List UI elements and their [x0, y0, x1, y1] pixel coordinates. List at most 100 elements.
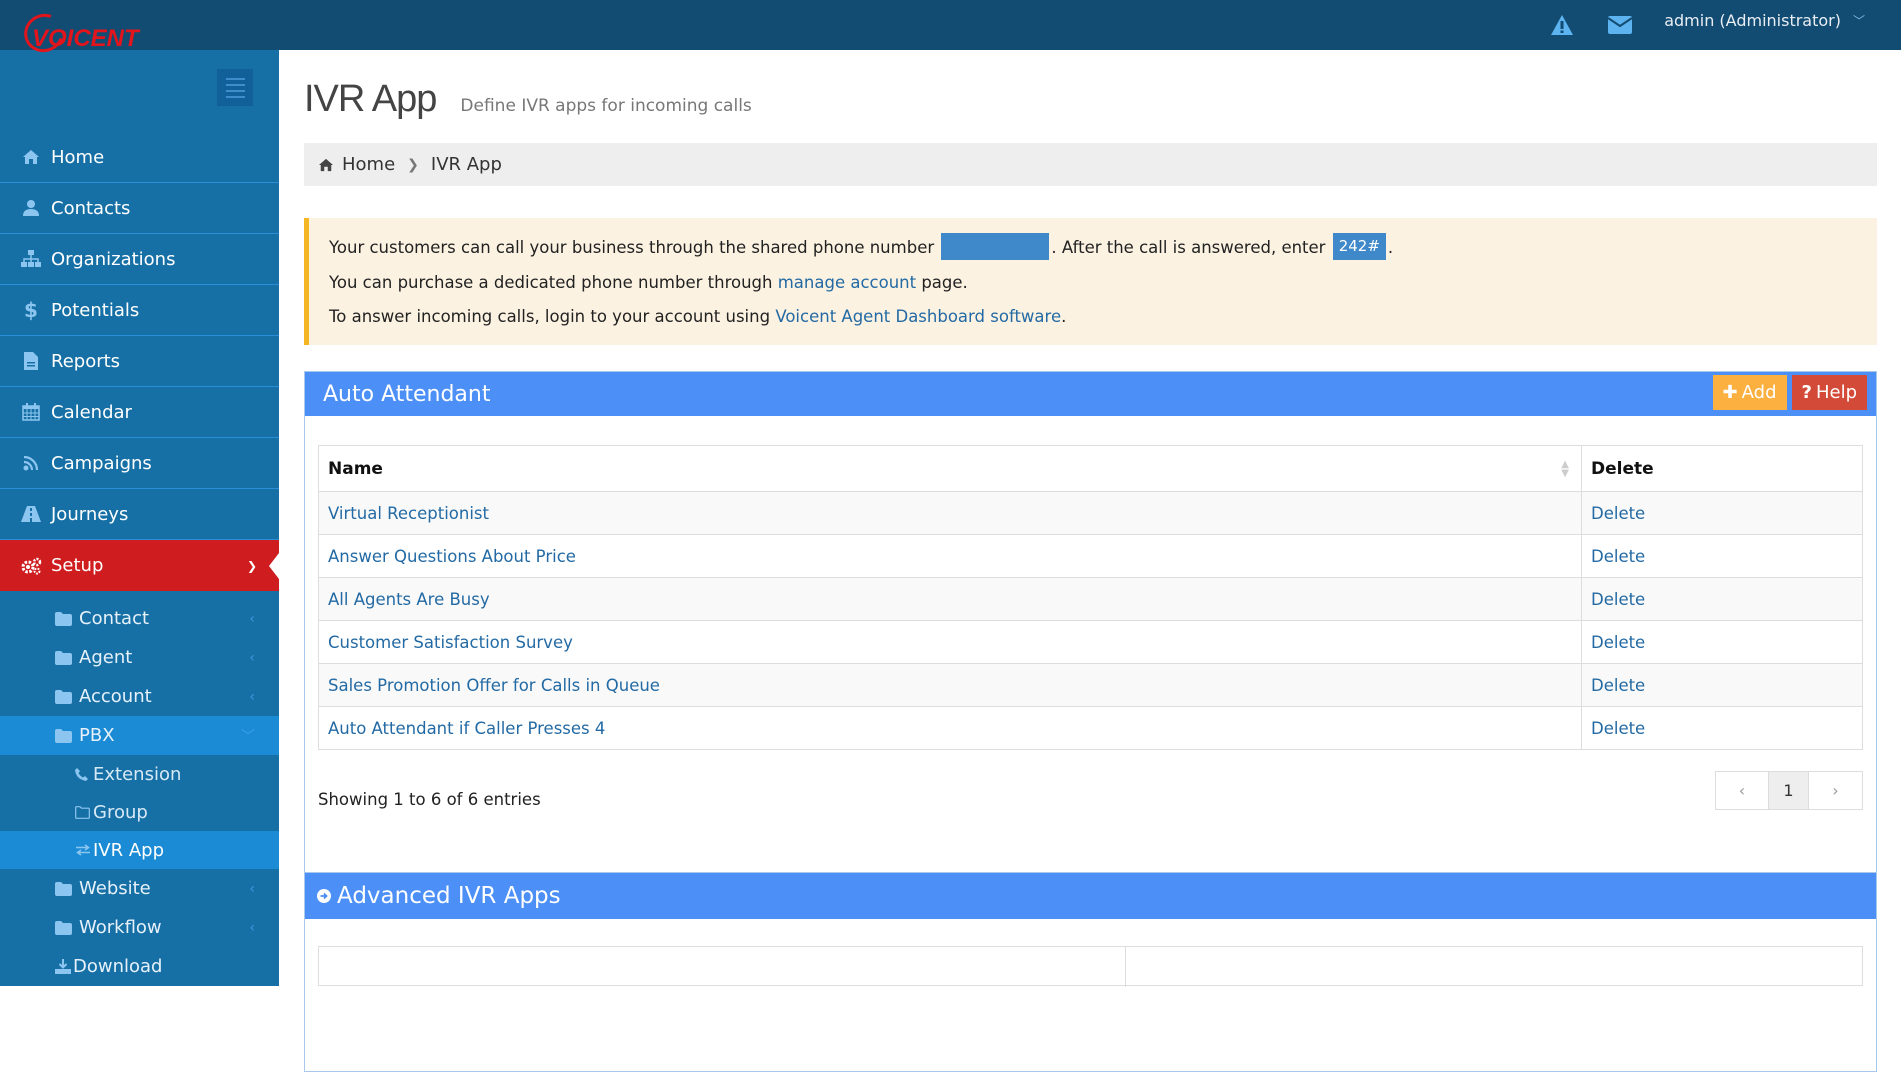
voicent-logo[interactable]: VOICENT: [17, 7, 150, 59]
auto-attendant-table: Name ▲ ▼ Delete Virtual Receptionist Dele…: [318, 445, 1863, 750]
alert-line-2: You can purchase a dedicated phone numbe…: [329, 271, 1877, 306]
ivr-app-name-link[interactable]: All Agents Are Busy: [328, 590, 490, 609]
sidebar-subitem-label: Download: [73, 956, 163, 977]
sidebar-item-reports[interactable]: Reports: [0, 336, 279, 387]
breadcrumb-current: IVR App: [430, 154, 502, 175]
table-row: Auto Attendant if Caller Presses 4 Delet…: [318, 706, 1863, 750]
rss-icon: [20, 455, 42, 471]
sidebar-subsubitem-label: IVR App: [93, 839, 165, 861]
folder-icon: [55, 728, 73, 743]
delete-link[interactable]: Delete: [1591, 676, 1645, 695]
sidebar-subitem-agent[interactable]: Agent ‹: [0, 638, 279, 677]
add-button[interactable]: ✚ Add: [1712, 375, 1787, 410]
sidebar-subsubitem-label: Extension: [93, 763, 182, 785]
sidebar-item-label: Setup: [51, 555, 104, 576]
delete-link[interactable]: Delete: [1591, 719, 1645, 738]
sidebar-subitem-workflow[interactable]: Workflow ‹: [0, 908, 279, 947]
chevron-left-icon: ‹: [249, 919, 255, 936]
pagination-previous-button[interactable]: ‹: [1716, 772, 1769, 809]
sidebar-item-label: Reports: [51, 350, 121, 372]
user-icon: [20, 199, 42, 217]
sidebar-item-label: Organizations: [51, 248, 176, 270]
envelope-icon[interactable]: [1606, 13, 1634, 37]
home-icon: [318, 158, 334, 172]
delete-link[interactable]: Delete: [1591, 590, 1645, 609]
advanced-ivr-table: [318, 946, 1863, 987]
ivr-app-name-link[interactable]: Auto Attendant if Caller Presses 4: [328, 719, 605, 738]
sidebar-item-home[interactable]: Home: [0, 132, 279, 183]
sidebar-item-label: Contacts: [51, 197, 131, 219]
sidebar-toggle-button[interactable]: [217, 69, 253, 106]
panel-header[interactable]: Advanced IVR Apps: [305, 873, 1876, 919]
sidebar-item-campaigns[interactable]: Campaigns: [0, 438, 279, 489]
user-menu[interactable]: admin (Administrator) ﹀: [1664, 11, 1865, 30]
sidebar-subitem-account[interactable]: Account ‹: [0, 677, 279, 716]
user-name: admin (Administrator): [1664, 10, 1841, 30]
file-icon: [20, 352, 42, 370]
folder-icon: [55, 881, 73, 896]
sidebar-item-contacts[interactable]: Contacts: [0, 183, 279, 234]
sidebar-item-setup[interactable]: Setup ❯: [0, 540, 279, 591]
calendar-icon: [20, 403, 42, 421]
add-button-label: Add: [1741, 382, 1777, 403]
delete-link[interactable]: Delete: [1591, 633, 1645, 652]
column-header-delete: Delete: [1581, 445, 1863, 492]
sidebar-subitem-label: Workflow: [79, 917, 162, 938]
sidebar-subsubitem-group[interactable]: Group: [0, 793, 279, 831]
ivr-app-name-link[interactable]: Sales Promotion Offer for Calls in Queue: [328, 676, 660, 695]
chevron-down-icon: ﹀: [1852, 13, 1865, 28]
sidebar-subitem-download[interactable]: Download: [0, 947, 279, 986]
ivr-app-name-link[interactable]: Answer Questions About Price: [328, 547, 576, 566]
active-indicator: [269, 553, 279, 579]
sidebar-item-journeys[interactable]: Journeys: [0, 489, 279, 540]
sidebar-subitem-website[interactable]: Website ‹: [0, 869, 279, 908]
alert-text: To answer incoming calls, login to your …: [329, 307, 776, 326]
table-header-row: Name ▲ ▼ Delete: [318, 445, 1863, 492]
table-row: All Agents Are Busy Delete: [318, 577, 1863, 621]
top-navbar: admin (Administrator) ﹀: [0, 0, 1901, 50]
chevron-down-icon: ﹀: [241, 728, 255, 745]
column-header-name[interactable]: Name ▲ ▼: [318, 445, 1582, 492]
warning-icon[interactable]: [1548, 13, 1576, 37]
table-row: Sales Promotion Offer for Calls in Queue…: [318, 663, 1863, 707]
dollar-icon: $: [24, 298, 38, 322]
folder-icon: [55, 920, 73, 935]
sidebar-item-organizations[interactable]: Organizations: [0, 234, 279, 285]
alert-text: Your customers can call your business th…: [329, 238, 935, 257]
sidebar-subitem-contact[interactable]: Contact ‹: [0, 599, 279, 638]
sidebar-item-label: Potentials: [51, 299, 140, 321]
alert-text: page.: [916, 272, 968, 292]
page-number: 1: [1783, 781, 1794, 800]
plus-icon: ✚: [1722, 382, 1738, 403]
delete-link[interactable]: Delete: [1591, 547, 1645, 566]
alert-text: . After the call is answered, enter: [1051, 238, 1326, 257]
manage-account-link[interactable]: manage account: [778, 273, 916, 292]
sidebar-subitem-label: Contact: [79, 608, 150, 629]
agent-dashboard-link[interactable]: Voicent Agent Dashboard software: [775, 307, 1061, 326]
main-content: IVR App Define IVR apps for incoming cal…: [279, 50, 1901, 1072]
phone-icon: [75, 767, 91, 781]
sidebar-subitem-label: PBX: [79, 725, 115, 746]
chevron-left-icon: ‹: [1738, 781, 1746, 800]
alert-line-1: Your customers can call your business th…: [329, 233, 1877, 271]
delete-link[interactable]: Delete: [1591, 504, 1645, 523]
ivr-app-name-link[interactable]: Customer Satisfaction Survey: [328, 633, 573, 652]
help-button[interactable]: ? Help: [1791, 375, 1867, 410]
folder-icon: [55, 650, 73, 665]
sidebar-item-calendar[interactable]: Calendar: [0, 387, 279, 438]
sidebar-subsubitem-ivr-app[interactable]: IVR App: [0, 831, 279, 869]
sidebar: Home Contacts Organizations $ Potentials…: [0, 50, 279, 986]
page-header: IVR App Define IVR apps for incoming cal…: [304, 78, 752, 121]
breadcrumb-home-link[interactable]: Home: [342, 154, 395, 175]
chevron-left-icon: ‹: [249, 649, 255, 666]
sidebar-item-potentials[interactable]: $ Potentials: [0, 285, 279, 336]
sidebar-subsubitem-extension[interactable]: Extension: [0, 755, 279, 793]
sidebar-subitem-pbx[interactable]: PBX ﹀: [0, 716, 279, 755]
pagination-page-1[interactable]: 1: [1769, 772, 1809, 809]
ivr-app-name-link[interactable]: Virtual Receptionist: [328, 504, 489, 523]
table-row: Answer Questions About Price Delete: [318, 534, 1863, 578]
page-subtitle: Define IVR apps for incoming calls: [460, 96, 752, 116]
alert-text: .: [1387, 238, 1394, 257]
pagination-next-button[interactable]: ›: [1809, 772, 1862, 809]
question-icon: ?: [1801, 382, 1812, 403]
